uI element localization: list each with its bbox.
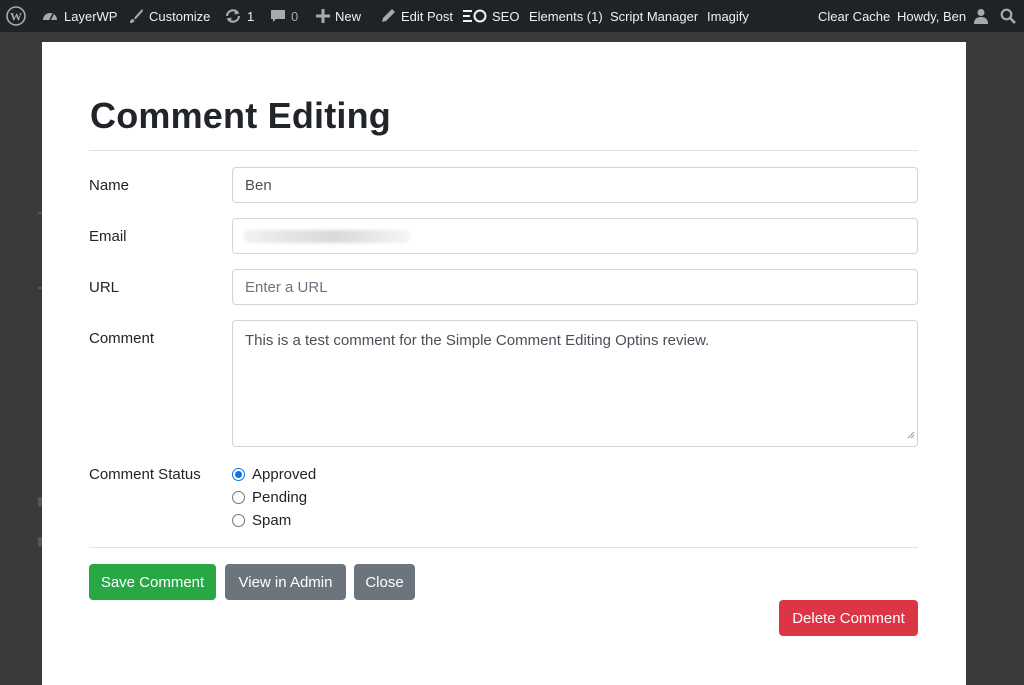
seo-label: SEO (492, 8, 520, 24)
search-icon (1000, 8, 1016, 24)
howdy-label: Howdy, Ben (897, 8, 967, 24)
radio-pending[interactable] (232, 491, 245, 504)
resize-handle-icon[interactable] (906, 425, 915, 445)
name-label: Name (89, 177, 130, 194)
new-content-menu[interactable]: New (316, 0, 361, 32)
updates-icon (224, 7, 242, 25)
url-label: URL (89, 279, 120, 296)
clear-cache-link[interactable]: Clear Cache (818, 0, 890, 32)
plus-icon (316, 9, 330, 23)
updates-count: 1 (247, 8, 255, 24)
email-label: Email (89, 228, 127, 245)
updates-link[interactable]: 1 (224, 0, 254, 32)
site-name-menu[interactable]: LayerWP (41, 0, 117, 32)
script-manager-label: Script Manager (610, 8, 699, 24)
close-button[interactable]: Close (354, 564, 415, 600)
comment-editing-modal: Comment Editing Name Ben Email URL Enter… (42, 42, 966, 685)
comment-status-label: Comment Status (89, 466, 201, 483)
comment-textarea-value: This is a test comment for the Simple Co… (245, 332, 710, 349)
modal-title: Comment Editing (90, 95, 391, 136)
brush-icon (128, 8, 144, 24)
footer-divider (89, 547, 918, 548)
email-input[interactable] (232, 218, 918, 254)
wordpress-menu[interactable]: W (6, 0, 31, 32)
customize-link[interactable]: Customize (128, 0, 210, 32)
comment-label: Comment (89, 330, 155, 347)
pencil-icon (380, 8, 396, 24)
view-in-admin-button[interactable]: View in Admin (225, 564, 346, 600)
script-manager-link[interactable]: Script Manager (610, 0, 698, 32)
radio-spam[interactable] (232, 514, 245, 527)
url-input[interactable]: Enter a URL (232, 269, 918, 305)
title-divider (89, 150, 918, 151)
comments-count: 0 (291, 8, 299, 24)
admin-bar: W LayerWP Customize 1 0 New Edit Post SE… (0, 0, 1024, 32)
wordpress-logo-icon: W (6, 6, 26, 26)
clear-cache-label: Clear Cache (818, 8, 891, 24)
status-option-pending[interactable]: Pending (232, 489, 307, 506)
imagify-menu[interactable]: Imagify (707, 0, 749, 32)
status-option-approved[interactable]: Approved (232, 466, 316, 483)
radio-spam-label: Spam (252, 512, 292, 529)
comments-link[interactable]: 0 (270, 0, 298, 32)
comment-icon (270, 8, 286, 24)
user-icon (973, 8, 989, 24)
comment-textarea[interactable]: This is a test comment for the Simple Co… (232, 320, 918, 447)
radio-approved-label: Approved (252, 466, 317, 483)
edit-post-link[interactable]: Edit Post (380, 0, 453, 32)
svg-text:W: W (10, 10, 22, 24)
customize-label: Customize (149, 8, 211, 24)
seo-icon (463, 9, 487, 23)
elements-menu[interactable]: Elements (1) (529, 0, 603, 32)
save-comment-button[interactable]: Save Comment (89, 564, 216, 600)
name-input-value: Ben (245, 176, 272, 194)
search-button[interactable] (1000, 0, 1021, 32)
name-input[interactable]: Ben (232, 167, 918, 203)
elements-label: Elements (1) (529, 8, 603, 24)
imagify-label: Imagify (707, 8, 749, 24)
site-name-label: LayerWP (64, 8, 118, 24)
dashboard-icon (41, 8, 59, 24)
email-redacted-value (243, 229, 411, 243)
url-input-placeholder: Enter a URL (245, 278, 328, 296)
radio-pending-label: Pending (252, 489, 308, 506)
new-label: New (335, 8, 362, 24)
delete-comment-button[interactable]: Delete Comment (779, 600, 918, 636)
seo-menu[interactable]: SEO (463, 0, 519, 32)
edit-post-label: Edit Post (401, 8, 454, 24)
radio-approved[interactable] (232, 468, 245, 481)
status-option-spam[interactable]: Spam (232, 512, 291, 529)
my-account-menu[interactable]: Howdy, Ben (897, 0, 994, 32)
